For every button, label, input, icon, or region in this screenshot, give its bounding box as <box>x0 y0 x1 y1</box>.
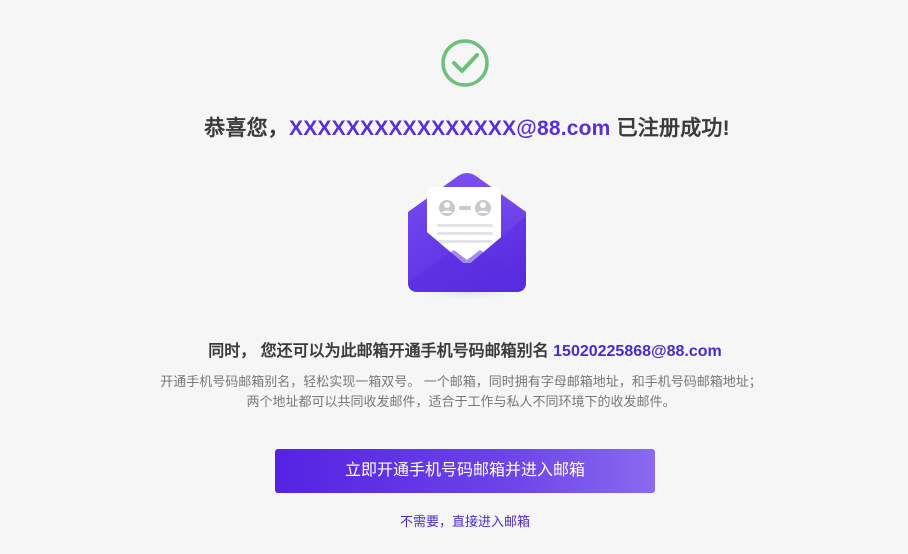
skip-enter-mailbox-link[interactable]: 不需要，直接进入邮箱 <box>0 511 908 530</box>
alias-description: 开通手机号码邮箱别名，轻松实现一箱双号。 一个邮箱，同时拥有字母邮箱地址，和手机… <box>0 372 908 412</box>
alias-offer-text: 同时， 您还可以为此邮箱开通手机号码邮箱别名 15020225868@88.co… <box>0 337 908 361</box>
headline-suffix: 已注册成功! <box>610 117 730 140</box>
activate-alias-and-enter-button[interactable]: 立即开通手机号码邮箱并进入邮箱 <box>275 449 655 493</box>
alias-description-line-2: 两个地址都可以共同收发邮件，适合于工作与私人不同环境下的收发邮件。 <box>246 394 676 409</box>
alias-offer-prefix: 同时， 您还可以为此邮箱开通手机号码邮箱别名 <box>208 343 554 360</box>
alias-email: 15020225868@88.com <box>553 343 722 360</box>
success-check-icon <box>440 38 490 88</box>
registration-success-headline: 恭喜您，XXXXXXXXXXXXXXXX@88.com 已注册成功! <box>0 112 908 142</box>
registered-email: XXXXXXXXXXXXXXXX@88.com <box>289 117 611 140</box>
open-envelope-icon <box>392 164 542 304</box>
headline-prefix: 恭喜您， <box>204 117 289 140</box>
alias-description-line-1: 开通手机号码邮箱别名，轻松实现一箱双号。 一个邮箱，同时拥有字母邮箱地址，和手机… <box>160 374 762 389</box>
